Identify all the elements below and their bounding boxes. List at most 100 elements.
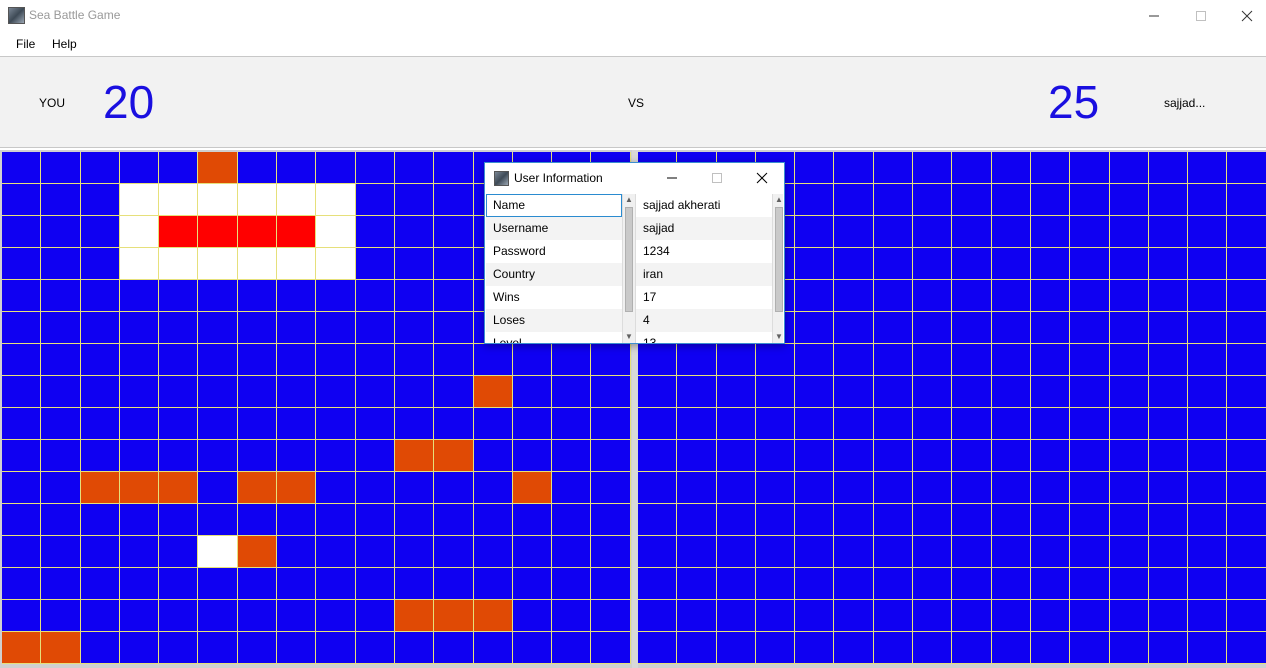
board-cell[interactable] <box>591 536 631 568</box>
board-cell[interactable] <box>991 440 1031 472</box>
board-cell[interactable] <box>991 312 1031 344</box>
board-cell[interactable] <box>1030 408 1071 440</box>
board-cell[interactable] <box>913 376 953 408</box>
board-cell[interactable] <box>834 216 874 248</box>
board-cell[interactable] <box>795 536 835 568</box>
board-cell[interactable] <box>159 216 199 248</box>
board-cell[interactable] <box>795 184 835 216</box>
info-value-cell[interactable]: sajjad <box>636 217 772 240</box>
board-cell[interactable] <box>755 344 796 376</box>
scroll-up-icon[interactable]: ▲ <box>775 195 783 205</box>
board-cell[interactable] <box>2 632 42 664</box>
board-cell[interactable] <box>41 568 81 600</box>
board-cell[interactable] <box>591 376 631 408</box>
board-cell[interactable] <box>873 216 914 248</box>
board-cell[interactable] <box>434 600 474 632</box>
board-cell[interactable] <box>1109 152 1149 184</box>
board-cell[interactable] <box>552 472 592 504</box>
board-cell[interactable] <box>80 600 120 632</box>
board-cell[interactable] <box>159 440 199 472</box>
board-cell[interactable] <box>277 376 317 408</box>
board-cell[interactable] <box>1030 280 1071 312</box>
board-cell[interactable] <box>198 312 238 344</box>
board-cell[interactable] <box>394 152 435 184</box>
board-cell[interactable] <box>41 600 81 632</box>
board-cell[interactable] <box>873 536 914 568</box>
board-cell[interactable] <box>1070 280 1110 312</box>
board-cell[interactable] <box>355 248 395 280</box>
board-cell[interactable] <box>198 248 238 280</box>
board-cell[interactable] <box>834 344 874 376</box>
board-cell[interactable] <box>355 152 395 184</box>
board-cell[interactable] <box>755 568 796 600</box>
board-cell[interactable] <box>716 440 756 472</box>
board-cell[interactable] <box>795 408 835 440</box>
board-cell[interactable] <box>80 472 120 504</box>
board-cell[interactable] <box>394 632 435 664</box>
board-cell[interactable] <box>316 504 356 536</box>
board-cell[interactable] <box>873 376 914 408</box>
board-cell[interactable] <box>394 568 435 600</box>
board-cell[interactable] <box>834 376 874 408</box>
board-cell[interactable] <box>473 600 513 632</box>
board-cell[interactable] <box>755 632 796 664</box>
board-cell[interactable] <box>1030 504 1071 536</box>
board-cell[interactable] <box>41 408 81 440</box>
board-cell[interactable] <box>237 408 278 440</box>
board-cell[interactable] <box>1188 152 1228 184</box>
board-cell[interactable] <box>80 280 120 312</box>
board-cell[interactable] <box>355 472 395 504</box>
board-cell[interactable] <box>834 408 874 440</box>
board-cell[interactable] <box>394 472 435 504</box>
board-cell[interactable] <box>1070 536 1110 568</box>
board-cell[interactable] <box>1227 440 1266 472</box>
board-cell[interactable] <box>316 536 356 568</box>
board-cell[interactable] <box>277 632 317 664</box>
board-cell[interactable] <box>952 600 992 632</box>
board-cell[interactable] <box>277 536 317 568</box>
board-cell[interactable] <box>1227 152 1266 184</box>
board-cell[interactable] <box>1030 568 1071 600</box>
board-cell[interactable] <box>1030 536 1071 568</box>
board-cell[interactable] <box>873 440 914 472</box>
board-cell[interactable] <box>434 312 474 344</box>
board-cell[interactable] <box>638 632 678 664</box>
board-cell[interactable] <box>1148 440 1189 472</box>
scroll-thumb[interactable] <box>775 207 783 312</box>
board-cell[interactable] <box>1070 248 1110 280</box>
board-cell[interactable] <box>1148 472 1189 504</box>
board-cell[interactable] <box>991 344 1031 376</box>
board-cell[interactable] <box>80 376 120 408</box>
board-cell[interactable] <box>119 312 160 344</box>
board-cell[interactable] <box>913 600 953 632</box>
board-cell[interactable] <box>237 472 278 504</box>
board-cell[interactable] <box>2 440 42 472</box>
board-cell[interactable] <box>1070 184 1110 216</box>
board-cell[interactable] <box>1188 344 1228 376</box>
board-cell[interactable] <box>41 376 81 408</box>
board-cell[interactable] <box>638 504 678 536</box>
board-cell[interactable] <box>1070 312 1110 344</box>
board-cell[interactable] <box>2 216 42 248</box>
board-cell[interactable] <box>1109 248 1149 280</box>
board-cell[interactable] <box>512 376 553 408</box>
board-cell[interactable] <box>795 216 835 248</box>
board-cell[interactable] <box>1109 312 1149 344</box>
board-cell[interactable] <box>1109 536 1149 568</box>
board-cell[interactable] <box>873 472 914 504</box>
board-cell[interactable] <box>159 280 199 312</box>
board-cell[interactable] <box>952 536 992 568</box>
board-cell[interactable] <box>277 568 317 600</box>
board-cell[interactable] <box>434 184 474 216</box>
board-cell[interactable] <box>434 440 474 472</box>
board-cell[interactable] <box>119 632 160 664</box>
board-cell[interactable] <box>1148 184 1189 216</box>
board-cell[interactable] <box>1188 600 1228 632</box>
board-cell[interactable] <box>119 600 160 632</box>
board-cell[interactable] <box>795 632 835 664</box>
board-cell[interactable] <box>913 568 953 600</box>
board-cell[interactable] <box>434 216 474 248</box>
board-cell[interactable] <box>1109 280 1149 312</box>
board-cell[interactable] <box>591 504 631 536</box>
board-cell[interactable] <box>394 216 435 248</box>
